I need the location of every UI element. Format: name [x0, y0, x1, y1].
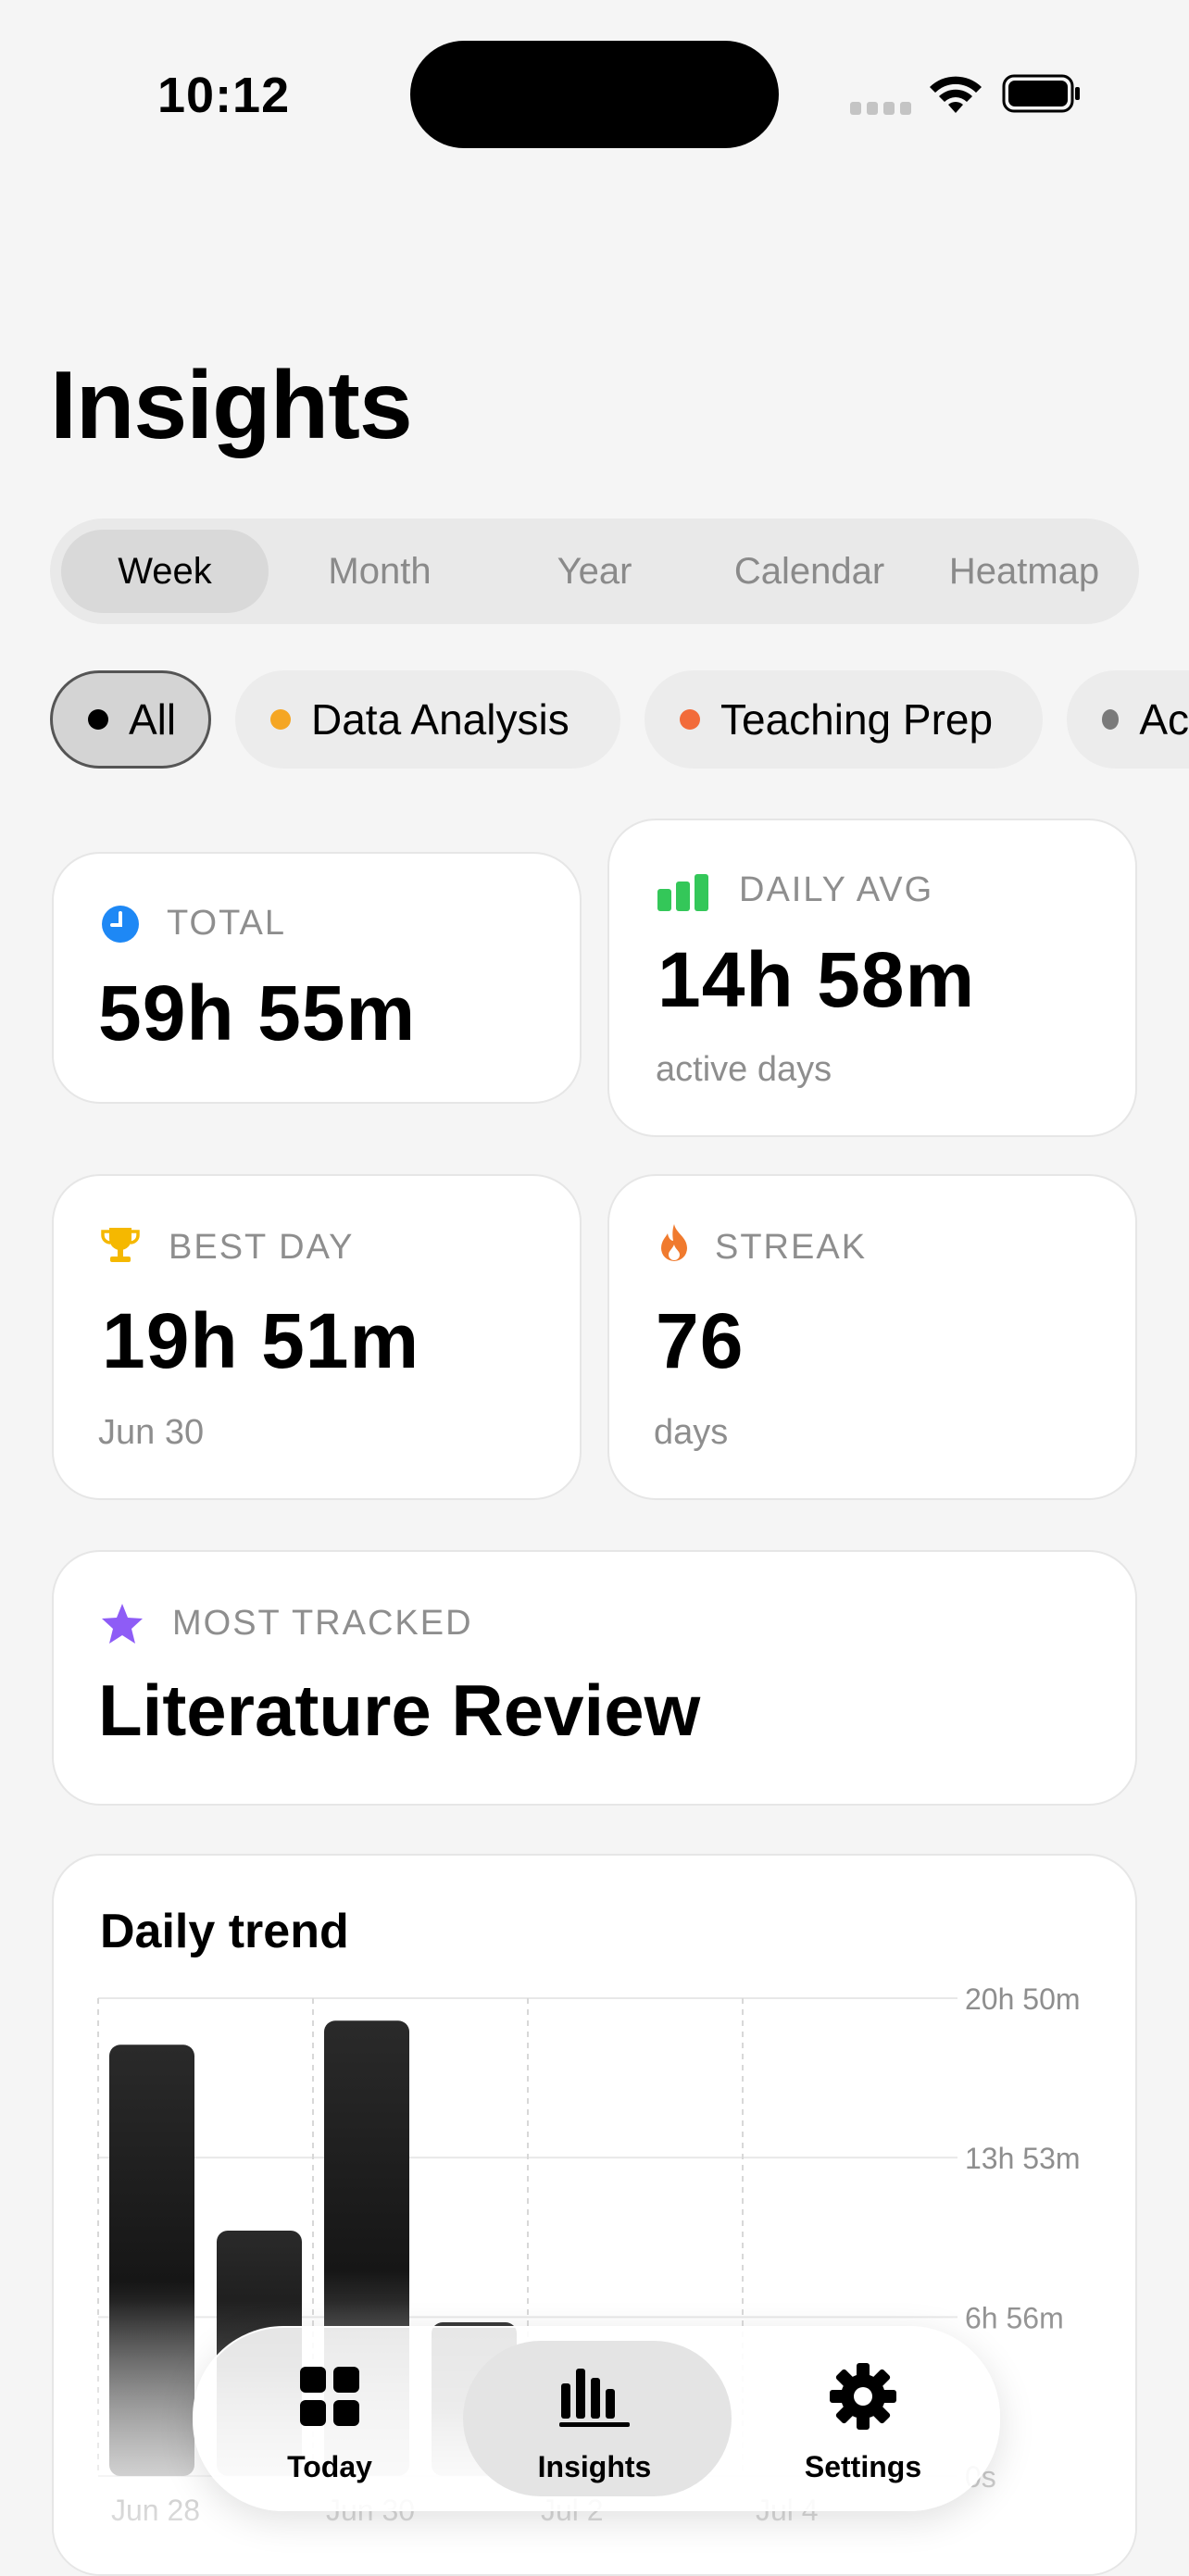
flame-icon	[661, 1224, 687, 1261]
filter-chip-data-analysis[interactable]: Data Analysis	[235, 670, 620, 769]
stat-label: DAILY AVG	[739, 870, 934, 909]
dynamic-island	[410, 41, 779, 148]
category-dot-icon	[680, 709, 700, 730]
bar-chart-icon	[657, 874, 708, 911]
page-title: Insights	[50, 352, 413, 459]
y-tick-label: 13h 53m	[965, 2142, 1081, 2175]
status-time: 10:12	[157, 68, 291, 123]
segment-heatmap[interactable]: Heatmap	[920, 530, 1128, 613]
segment-week[interactable]: Week	[61, 530, 269, 613]
gear-icon	[830, 2363, 896, 2430]
stat-value: 19h 51m	[102, 1297, 420, 1384]
segment-month[interactable]: Month	[276, 530, 483, 613]
filter-chip-all[interactable]: All	[50, 670, 211, 769]
bar-chart-icon	[559, 2369, 630, 2427]
y-tick-label: 20h 50m	[965, 1982, 1081, 2016]
category-dot-icon	[1102, 709, 1120, 730]
stat-sub: active days	[656, 1050, 832, 1089]
filter-chip-label: Data Analysis	[311, 695, 569, 744]
trophy-icon	[101, 1228, 140, 1262]
most-tracked-value: Literature Review	[98, 1669, 701, 1751]
cellular-signal-icon	[850, 102, 911, 117]
tab-label: Today	[287, 2450, 372, 2483]
stat-value: 59h 55m	[98, 969, 417, 1057]
category-dot-icon	[88, 709, 108, 730]
stat-label: BEST DAY	[169, 1228, 355, 1267]
stat-value: 14h 58m	[657, 936, 976, 1023]
stat-card-best-day[interactable]: BEST DAY 19h 51m Jun 30	[52, 1174, 582, 1500]
grid-icon	[300, 2367, 359, 2426]
battery-icon	[1002, 74, 1080, 113]
filter-chip-teaching-prep[interactable]: Teaching Prep	[645, 670, 1043, 769]
tab-insights[interactable]: Insights	[459, 2328, 732, 2509]
stat-card-total[interactable]: TOTAL 59h 55m	[52, 852, 582, 1104]
stat-label: TOTAL	[167, 904, 286, 943]
stat-card-daily-avg[interactable]: DAILY AVG 14h 58m active days	[607, 819, 1137, 1137]
category-dot-icon	[270, 709, 291, 730]
stat-label: STREAK	[715, 1228, 868, 1267]
tab-today[interactable]: Today	[194, 2328, 465, 2509]
stat-sub: Jun 30	[98, 1413, 205, 1452]
tab-label: Settings	[804, 2450, 922, 2483]
most-tracked-card[interactable]: MOST TRACKED Literature Review	[52, 1550, 1137, 1806]
clock-icon	[102, 906, 139, 943]
filter-chip-label: Ac	[1139, 695, 1189, 744]
stat-sub: days	[654, 1413, 729, 1452]
most-tracked-label: MOST TRACKED	[172, 1604, 473, 1643]
segment-calendar[interactable]: Calendar	[706, 530, 913, 613]
star-icon	[102, 1604, 143, 1644]
stat-card-streak[interactable]: STREAK 76 days	[607, 1174, 1137, 1500]
tab-label: Insights	[537, 2450, 652, 2483]
stat-value: 76	[656, 1297, 745, 1384]
filter-chip-label: All	[129, 695, 177, 744]
filter-chip-partial[interactable]: Ac	[1067, 670, 1189, 769]
tab-bar: Today Insights Settings	[193, 2326, 1000, 2511]
tab-settings[interactable]: Settings	[728, 2328, 998, 2509]
wifi-icon	[930, 76, 982, 113]
period-segmented-control: Week Month Year Calendar Heatmap	[50, 519, 1139, 624]
segment-year[interactable]: Year	[491, 530, 698, 613]
filter-chip-label: Teaching Prep	[720, 695, 994, 744]
